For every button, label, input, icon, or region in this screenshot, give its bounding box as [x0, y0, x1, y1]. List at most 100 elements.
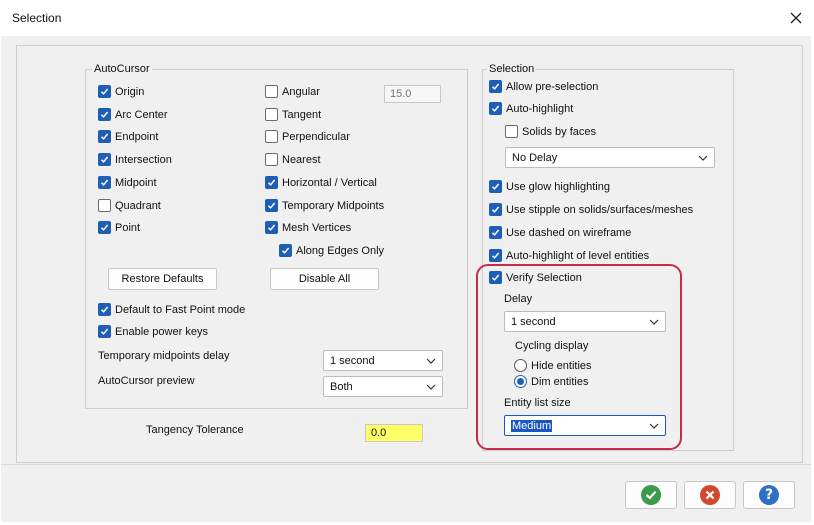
radio-dim-entities-dot[interactable] — [514, 375, 527, 388]
restore-defaults-button[interactable]: Restore Defaults — [108, 268, 217, 290]
checkbox-verify-selection-box[interactable] — [489, 271, 502, 284]
checkbox-arc-center-label: Arc Center — [115, 108, 168, 121]
checkbox-tangent-box[interactable] — [265, 108, 278, 121]
checkbox-horizontal-vertical-box[interactable] — [265, 176, 278, 189]
ok-button[interactable] — [625, 481, 677, 509]
checkbox-arc-center[interactable]: Arc Center — [98, 108, 168, 121]
checkbox-along-edges-only-box[interactable] — [279, 244, 292, 257]
temp-midpoints-delay-value: 1 second — [330, 354, 375, 367]
checkbox-dashed-wireframe-label: Use dashed on wireframe — [506, 226, 632, 239]
checkbox-point-box[interactable] — [98, 221, 111, 234]
checkbox-solids-by-faces[interactable]: Solids by faces — [505, 125, 596, 138]
checkbox-stipple-box[interactable] — [489, 203, 502, 216]
checkbox-dashed-wireframe-box[interactable] — [489, 226, 502, 239]
checkbox-quadrant[interactable]: Quadrant — [98, 199, 161, 212]
disable-all-button[interactable]: Disable All — [270, 268, 379, 290]
radio-hide-entities[interactable]: Hide entities — [514, 359, 592, 372]
tangency-tolerance-field[interactable]: 0.0 — [365, 424, 423, 442]
checkbox-point-label: Point — [115, 221, 141, 234]
checkbox-along-edges-only[interactable]: Along Edges Only — [279, 244, 384, 257]
checkbox-tangent-label: Tangent — [282, 108, 322, 121]
checkbox-fast-point-mode-box[interactable] — [98, 303, 111, 316]
checkbox-power-keys-box[interactable] — [98, 325, 111, 338]
checkbox-auto-highlight-box[interactable] — [489, 102, 502, 115]
checkbox-endpoint[interactable]: Endpoint — [98, 130, 158, 143]
checkbox-glow-highlighting-box[interactable] — [489, 180, 502, 193]
checkbox-tangent[interactable]: Tangent — [265, 108, 321, 121]
checkbox-glow-highlighting-label: Use glow highlighting — [506, 180, 610, 193]
checkbox-verify-selection[interactable]: Verify Selection — [489, 271, 582, 284]
checkbox-angular-label: Angular — [282, 85, 320, 98]
checkbox-solids-by-faces-label: Solids by faces — [522, 125, 596, 138]
footer-separator — [1, 464, 811, 465]
checkbox-temporary-midpoints-box[interactable] — [265, 199, 278, 212]
help-button[interactable]: ? — [743, 481, 795, 509]
checkbox-midpoint-box[interactable] — [98, 176, 111, 189]
checkbox-angular[interactable]: Angular — [265, 85, 320, 98]
entity-list-size-select[interactable]: Medium — [504, 415, 666, 436]
checkbox-nearest[interactable]: Nearest — [265, 153, 321, 166]
chevron-down-icon — [426, 358, 436, 364]
entity-list-size-label: Entity list size — [504, 397, 571, 409]
title-bar — [0, 0, 814, 36]
checkbox-intersection[interactable]: Intersection — [98, 153, 172, 166]
checkbox-level-entities[interactable]: Auto-highlight of level entities — [489, 249, 649, 262]
checkbox-endpoint-box[interactable] — [98, 130, 111, 143]
checkbox-midpoint-label: Midpoint — [115, 176, 157, 189]
checkbox-horizontal-vertical-label: Horizontal / Vertical — [282, 176, 377, 189]
checkbox-stipple[interactable]: Use stipple on solids/surfaces/meshes — [489, 203, 693, 216]
checkbox-level-entities-box[interactable] — [489, 249, 502, 262]
checkbox-mesh-vertices-box[interactable] — [265, 221, 278, 234]
verify-delay-label: Delay — [504, 293, 533, 305]
checkbox-allow-preselection-box[interactable] — [489, 80, 502, 93]
radio-hide-entities-label: Hide entities — [531, 359, 592, 372]
checkbox-perpendicular[interactable]: Perpendicular — [265, 130, 350, 143]
checkbox-allow-preselection-label: Allow pre-selection — [506, 80, 599, 93]
temp-midpoints-delay-select[interactable]: 1 second — [323, 350, 443, 371]
checkbox-power-keys[interactable]: Enable power keys — [98, 325, 208, 338]
checkbox-along-edges-only-label: Along Edges Only — [296, 244, 385, 257]
checkbox-origin[interactable]: Origin — [98, 85, 144, 98]
verify-delay-select[interactable]: 1 second — [504, 311, 666, 332]
chevron-down-icon — [649, 319, 659, 325]
checkbox-glow-highlighting[interactable]: Use glow highlighting — [489, 180, 610, 193]
radio-dim-entities[interactable]: Dim entities — [514, 375, 588, 388]
checkbox-fast-point-mode-label: Default to Fast Point mode — [115, 303, 246, 316]
checkbox-auto-highlight[interactable]: Auto-highlight — [489, 102, 573, 115]
close-button[interactable] — [783, 6, 809, 30]
cycling-display-label: Cycling display — [515, 340, 589, 352]
checkbox-fast-point-mode[interactable]: Default to Fast Point mode — [98, 303, 245, 316]
checkbox-origin-box[interactable] — [98, 85, 111, 98]
highlight-delay-value: No Delay — [512, 151, 558, 164]
checkbox-midpoint[interactable]: Midpoint — [98, 176, 157, 189]
checkbox-stipple-label: Use stipple on solids/surfaces/meshes — [506, 203, 694, 216]
radio-hide-entities-dot[interactable] — [514, 359, 527, 372]
checkbox-origin-label: Origin — [115, 85, 145, 98]
checkbox-horizontal-vertical[interactable]: Horizontal / Vertical — [265, 176, 377, 189]
checkbox-quadrant-box[interactable] — [98, 199, 111, 212]
checkbox-arc-center-box[interactable] — [98, 108, 111, 121]
autocursor-preview-select[interactable]: Both — [323, 376, 443, 397]
tangency-tolerance-label: Tangency Tolerance — [146, 424, 244, 436]
cancel-button[interactable] — [684, 481, 736, 509]
checkbox-endpoint-label: Endpoint — [115, 130, 159, 143]
highlight-delay-select[interactable]: No Delay — [505, 147, 715, 168]
checkbox-perpendicular-box[interactable] — [265, 130, 278, 143]
checkbox-angular-box[interactable] — [265, 85, 278, 98]
angular-increment-field[interactable]: 15.0 — [384, 85, 441, 103]
autocursor-group-label: AutoCursor — [92, 63, 152, 75]
chevron-down-icon — [426, 384, 436, 390]
radio-dim-entities-label: Dim entities — [531, 375, 589, 388]
checkbox-temporary-midpoints[interactable]: Temporary Midpoints — [265, 199, 384, 212]
checkbox-nearest-box[interactable] — [265, 153, 278, 166]
checkbox-intersection-box[interactable] — [98, 153, 111, 166]
checkbox-point[interactable]: Point — [98, 221, 140, 234]
entity-list-size-value: Medium — [511, 419, 553, 432]
checkbox-solids-by-faces-box[interactable] — [505, 125, 518, 138]
checkbox-auto-highlight-label: Auto-highlight — [506, 102, 574, 115]
chevron-down-icon — [698, 155, 708, 161]
checkbox-allow-preselection[interactable]: Allow pre-selection — [489, 80, 598, 93]
checkbox-dashed-wireframe[interactable]: Use dashed on wireframe — [489, 226, 631, 239]
autocursor-preview-value: Both — [330, 380, 353, 393]
checkbox-mesh-vertices[interactable]: Mesh Vertices — [265, 221, 351, 234]
